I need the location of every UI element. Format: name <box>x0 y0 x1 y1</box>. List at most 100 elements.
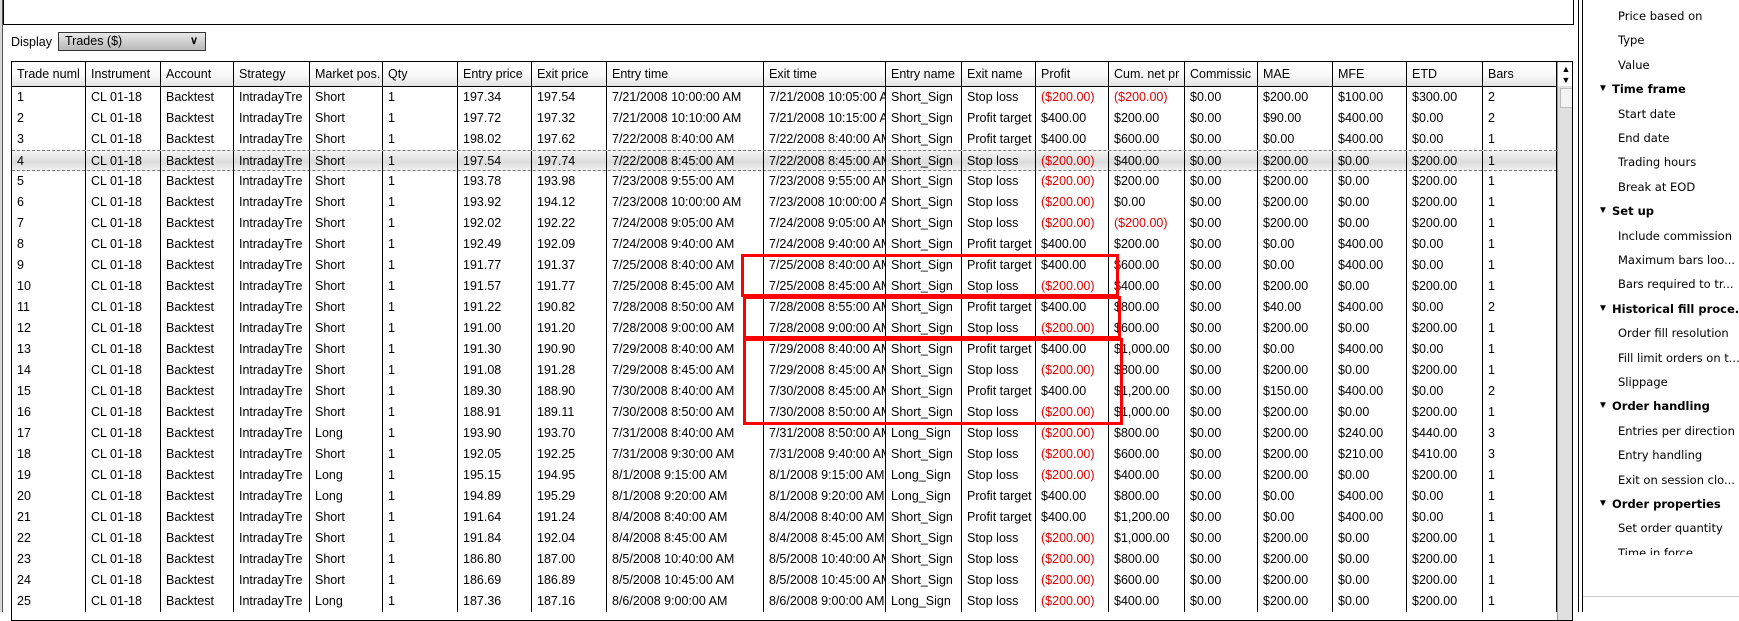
column-header-strategy[interactable]: Strategy <box>234 62 310 86</box>
cell-mae: $200.00 <box>1258 570 1333 591</box>
column-header-exit-time[interactable]: Exit time <box>764 62 886 86</box>
property-category[interactable]: Order properties <box>1612 497 1721 511</box>
cell-bars: 1 <box>1483 507 1557 528</box>
property-category[interactable]: Historical fill proce... <box>1612 302 1739 316</box>
cell-market-position: Long <box>310 591 383 612</box>
property-item[interactable]: Value <box>1618 58 1650 72</box>
property-item[interactable]: Exit on session clo... <box>1618 473 1735 487</box>
cell-instrument: CL 01-18 <box>86 87 161 108</box>
table-row[interactable]: 13 CL 01-18 Backtest IntradayTre Short 1 191.3… <box>12 339 1557 360</box>
table-row[interactable]: 20 CL 01-18 Backtest IntradayTre Long 1 194.89… <box>12 486 1557 507</box>
property-item[interactable]: End date <box>1618 131 1669 145</box>
property-item[interactable]: Bars required to tr... <box>1618 277 1734 291</box>
column-header-bars[interactable]: Bars <box>1483 62 1557 86</box>
collapse-triangle-icon[interactable]: ▼ <box>1598 303 1608 314</box>
table-row[interactable]: 1 CL 01-18 Backtest IntradayTre Short 1 197.34… <box>12 87 1557 108</box>
cell-quantity: 1 <box>383 381 458 402</box>
table-row[interactable]: 6 CL 01-18 Backtest IntradayTre Short 1 193.92… <box>12 192 1557 213</box>
property-item[interactable]: Entry handling <box>1618 448 1702 462</box>
property-category[interactable]: Time frame <box>1612 82 1686 96</box>
table-row[interactable]: 11 CL 01-18 Backtest IntradayTre Short 1 191.2… <box>12 297 1557 318</box>
table-row[interactable]: 17 CL 01-18 Backtest IntradayTre Long 1 193.90… <box>12 423 1557 444</box>
column-header-entry-price[interactable]: Entry price <box>458 62 532 86</box>
collapse-triangle-icon[interactable]: ▼ <box>1598 83 1608 94</box>
cell-account: Backtest <box>161 255 234 276</box>
property-item[interactable]: Maximum bars loo... <box>1618 253 1735 267</box>
cell-exit-time: 7/24/2008 9:05:00 AM <box>764 213 886 234</box>
property-category[interactable]: Order handling <box>1612 399 1710 413</box>
column-header-account[interactable]: Account <box>161 62 234 86</box>
cell-exit-name: Stop loss <box>962 360 1036 381</box>
collapse-triangle-icon[interactable]: ▼ <box>1598 498 1608 509</box>
property-item[interactable]: Slippage <box>1618 375 1668 389</box>
cell-commission: $0.00 <box>1185 507 1258 528</box>
column-header-etd[interactable]: ETD <box>1407 62 1483 86</box>
table-row[interactable]: 15 CL 01-18 Backtest IntradayTre Short 1 189.3… <box>12 381 1557 402</box>
table-row[interactable]: 16 CL 01-18 Backtest IntradayTre Short 1 188.9… <box>12 402 1557 423</box>
collapse-triangle-icon[interactable]: ▼ <box>1598 205 1608 216</box>
table-row[interactable]: 18 CL 01-18 Backtest IntradayTre Short 1 192.0… <box>12 444 1557 465</box>
property-item[interactable]: Set order quantity <box>1618 521 1723 535</box>
property-category[interactable]: Set up <box>1612 204 1654 218</box>
property-item[interactable]: Start date <box>1618 107 1676 121</box>
table-row[interactable]: 19 CL 01-18 Backtest IntradayTre Long 1 195.15… <box>12 465 1557 486</box>
table-row[interactable]: 7 CL 01-18 Backtest IntradayTre Short 1 192.02… <box>12 213 1557 234</box>
property-item[interactable]: Entries per direction <box>1618 424 1735 438</box>
cell-strategy: IntradayTre <box>234 549 310 570</box>
column-header-exit-price[interactable]: Exit price <box>532 62 607 86</box>
property-item[interactable]: Include commission <box>1618 229 1732 243</box>
table-row[interactable]: 10 CL 01-18 Backtest IntradayTre Short 1 191.5… <box>12 276 1557 297</box>
property-item[interactable]: Type <box>1618 33 1644 47</box>
table-row[interactable]: 4 CL 01-18 Backtest IntradayTre Short 1 197.54… <box>12 150 1557 172</box>
scrollbar-thumb[interactable] <box>1560 88 1572 108</box>
table-row[interactable]: 14 CL 01-18 Backtest IntradayTre Short 1 191.0… <box>12 360 1557 381</box>
column-header-market-position[interactable]: Market pos. <box>310 62 383 86</box>
display-dropdown[interactable]: Trades ($) ∨ <box>58 32 206 51</box>
column-header-entry-name[interactable]: Entry name <box>886 62 962 86</box>
cell-exit-name: Stop loss <box>962 318 1036 339</box>
scroll-down-icon[interactable]: ▼ <box>1558 74 1572 86</box>
property-item[interactable]: Order fill resolution <box>1618 326 1729 340</box>
table-row[interactable]: 25 CL 01-18 Backtest IntradayTre Long 1 187.36… <box>12 591 1557 612</box>
column-header-instrument[interactable]: Instrument <box>86 62 161 86</box>
cell-cumulative-net-profit: $1,200.00 <box>1109 381 1185 402</box>
table-row[interactable]: 24 CL 01-18 Backtest IntradayTre Short 1 186.6… <box>12 570 1557 591</box>
collapse-triangle-icon[interactable]: ▼ <box>1598 400 1608 411</box>
cell-trade-number: 5 <box>12 171 86 192</box>
cell-entry-price: 188.91 <box>458 402 532 423</box>
column-header-quantity[interactable]: Qty <box>383 62 458 86</box>
cell-instrument: CL 01-18 <box>86 507 161 528</box>
property-item[interactable]: Fill limit orders on t... <box>1618 351 1739 365</box>
table-row[interactable]: 23 CL 01-18 Backtest IntradayTre Short 1 186.8… <box>12 549 1557 570</box>
cell-mae: $200.00 <box>1258 318 1333 339</box>
cell-bars: 1 <box>1483 151 1557 172</box>
vertical-scrollbar[interactable]: ▲ ▼ <box>1557 62 1572 620</box>
column-header-entry-time[interactable]: Entry time <box>607 62 764 86</box>
table-row[interactable]: 21 CL 01-18 Backtest IntradayTre Short 1 191.6… <box>12 507 1557 528</box>
table-row[interactable]: 8 CL 01-18 Backtest IntradayTre Short 1 192.49… <box>12 234 1557 255</box>
column-header-trade-number[interactable]: Trade numl <box>12 62 86 86</box>
property-item[interactable]: Time in force <box>1618 546 1693 555</box>
property-item[interactable]: Trading hours <box>1618 155 1696 169</box>
cell-strategy: IntradayTre <box>234 423 310 444</box>
column-header-mae[interactable]: MAE <box>1258 62 1333 86</box>
table-row[interactable]: 9 CL 01-18 Backtest IntradayTre Short 1 191.77… <box>12 255 1557 276</box>
column-header-exit-name[interactable]: Exit name <box>962 62 1036 86</box>
cell-mae: $200.00 <box>1258 151 1333 172</box>
cell-cumulative-net-profit: $800.00 <box>1109 486 1185 507</box>
table-row[interactable]: 12 CL 01-18 Backtest IntradayTre Short 1 191.0… <box>12 318 1557 339</box>
table-row[interactable]: 2 CL 01-18 Backtest IntradayTre Short 1 197.72… <box>12 108 1557 129</box>
table-row[interactable]: 22 CL 01-18 Backtest IntradayTre Short 1 191.8… <box>12 528 1557 549</box>
cell-exit-name: Stop loss <box>962 444 1036 465</box>
table-row[interactable]: 5 CL 01-18 Backtest IntradayTre Short 1 193.78… <box>12 171 1557 192</box>
cell-bars: 1 <box>1483 192 1557 213</box>
cell-etd: $0.00 <box>1407 234 1483 255</box>
column-header-profit[interactable]: Profit <box>1036 62 1109 86</box>
property-item[interactable]: Break at EOD <box>1618 180 1695 194</box>
column-header-cumulative-net-profit[interactable]: Cum. net pr <box>1109 62 1185 86</box>
table-row[interactable]: 3 CL 01-18 Backtest IntradayTre Short 1 198.02… <box>12 129 1557 150</box>
cell-exit-time: 7/25/2008 8:45:00 AM <box>764 276 886 297</box>
column-header-commission[interactable]: Commissic <box>1185 62 1258 86</box>
property-item[interactable]: Price based on <box>1618 9 1702 23</box>
column-header-mfe[interactable]: MFE <box>1333 62 1407 86</box>
